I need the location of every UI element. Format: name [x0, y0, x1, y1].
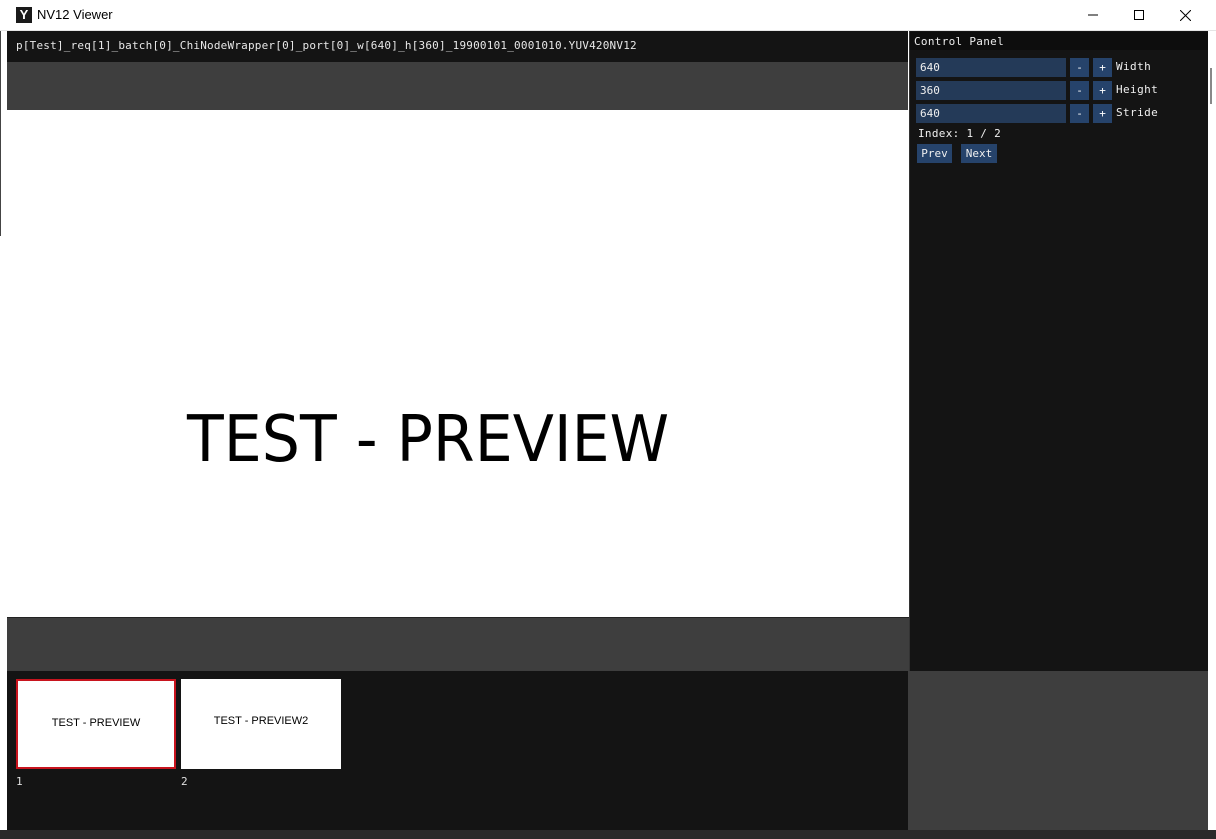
image-preview[interactable]: TEST - PREVIEW [7, 110, 910, 618]
minimize-button[interactable] [1070, 0, 1116, 30]
next-button[interactable]: Next [961, 144, 997, 163]
thumbnail-index: 2 [181, 775, 188, 788]
thumbnail-2[interactable]: TEST - PREVIEW2 [181, 679, 341, 769]
left-window-edge [0, 31, 7, 236]
control-panel-title: Control Panel [914, 35, 1004, 48]
thumbnail-label: TEST - PREVIEW2 [213, 715, 309, 727]
window-title: NV12 Viewer [37, 7, 113, 22]
thumbnail-strip: TEST - PREVIEW 1 TEST - PREVIEW2 2 [7, 671, 908, 830]
file-name: p[Test]_req[1]_batch[0]_ChiNodeWrapper[0… [16, 39, 637, 52]
frame-index: Index: 1 / 2 [918, 127, 1002, 140]
width-label: Width [1116, 60, 1152, 73]
thumbnail-1[interactable]: TEST - PREVIEW [16, 679, 176, 769]
right-window-edge [1208, 31, 1216, 831]
window-bottom-edge [0, 830, 1216, 839]
prev-button[interactable]: Prev [917, 144, 952, 163]
height-decrement-button[interactable]: - [1070, 81, 1089, 100]
maximize-button[interactable] [1116, 0, 1162, 30]
stride-decrement-button[interactable]: - [1070, 104, 1089, 123]
close-icon [1179, 9, 1191, 21]
maximize-icon [1134, 10, 1144, 20]
width-input[interactable]: 640 [916, 58, 1066, 77]
height-increment-button[interactable]: + [1093, 81, 1112, 100]
height-input[interactable]: 360 [916, 81, 1066, 100]
preview-top-band [7, 62, 908, 110]
thumbnail-index: 1 [16, 775, 23, 788]
stride-increment-button[interactable]: + [1093, 104, 1112, 123]
width-decrement-button[interactable]: - [1070, 58, 1089, 77]
thumbnail-label: TEST - PREVIEW [51, 717, 141, 729]
file-name-bar: p[Test]_req[1]_batch[0]_ChiNodeWrapper[0… [7, 31, 908, 62]
preview-image-text: TEST - PREVIEW [187, 403, 670, 477]
title-bar: Y NV12 Viewer [0, 0, 1216, 31]
preview-bottom-band [7, 618, 909, 671]
app-logo-icon: Y [16, 7, 32, 23]
stride-label: Stride [1116, 106, 1159, 119]
height-label: Height [1116, 83, 1159, 96]
minimize-icon [1088, 14, 1098, 16]
scrollbar-thumb[interactable] [1210, 68, 1212, 104]
control-panel-header[interactable]: Control Panel [910, 32, 1208, 50]
panel-bottom-area [908, 671, 1208, 830]
close-button[interactable] [1162, 0, 1208, 30]
stride-input[interactable]: 640 [916, 104, 1066, 123]
control-panel: Control Panel 640 - + Width 360 - + Heig… [909, 31, 1208, 671]
width-increment-button[interactable]: + [1093, 58, 1112, 77]
